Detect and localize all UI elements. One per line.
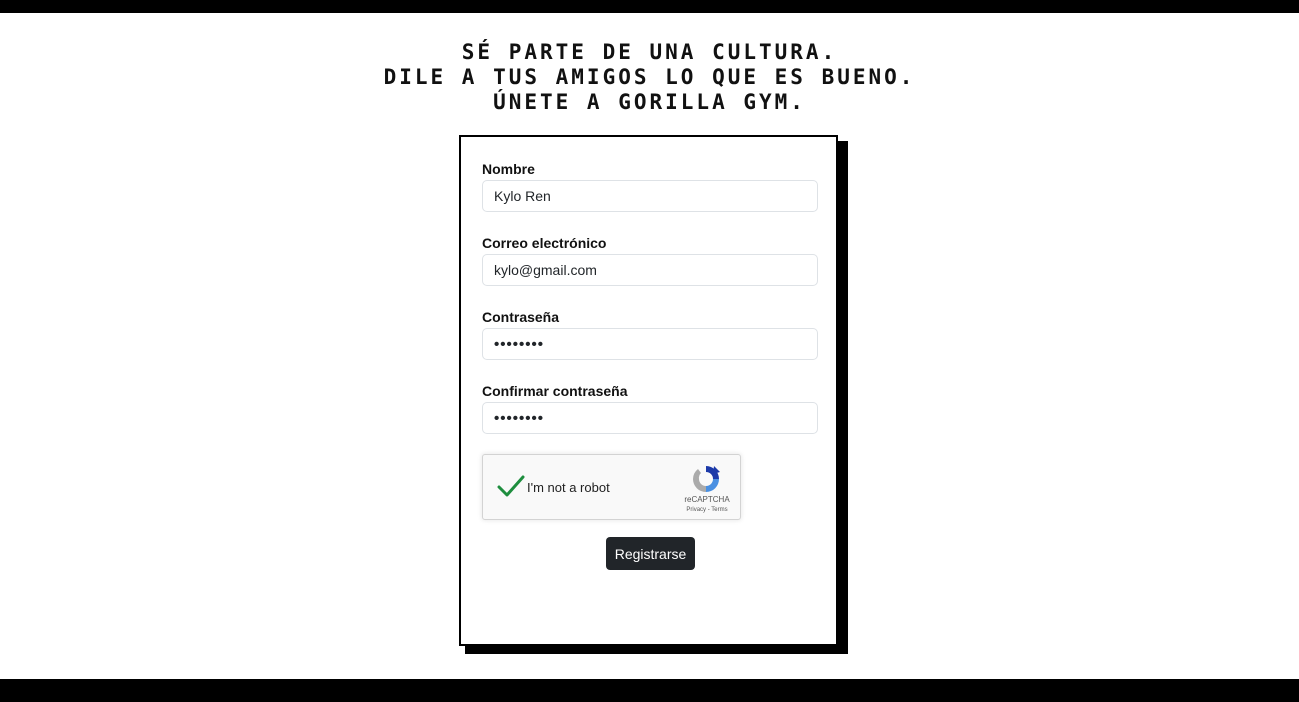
headline-line-1: SÉ PARTE DE UNA CULTURA. (461, 40, 838, 64)
recaptcha-widget[interactable]: I'm not a robot reCAPTCHA Privacy - Term… (482, 454, 741, 520)
checkmark-icon[interactable] (496, 471, 526, 501)
headline-line-2: DILE A TUS AMIGOS LO QUE ES BUENO. (383, 65, 916, 89)
register-form-card: Nombre Correo electrónico Contraseña Con… (459, 135, 838, 646)
footer (0, 679, 1299, 702)
name-input[interactable] (482, 180, 818, 212)
confirm-password-input[interactable] (482, 402, 818, 434)
email-input[interactable] (482, 254, 818, 286)
recaptcha-label: I'm not a robot (527, 480, 610, 495)
email-label: Correo electrónico (482, 235, 607, 251)
recaptcha-links[interactable]: Privacy - Terms (673, 507, 741, 513)
recaptcha-brand: reCAPTCHA (684, 495, 730, 504)
top-bar (0, 0, 1299, 13)
password-label: Contraseña (482, 309, 560, 325)
register-button[interactable]: Registrarse (606, 537, 695, 570)
headline-line-3: ÚNETE A GORILLA GYM. (493, 90, 806, 114)
recaptcha-logo-icon (693, 466, 720, 492)
name-label: Nombre (482, 161, 535, 177)
confirm-password-label: Confirmar contraseña (482, 383, 628, 399)
page-headline: SÉ PARTE DE UNA CULTURA. DILE A TUS AMIG… (0, 40, 1299, 115)
password-input[interactable] (482, 328, 818, 360)
